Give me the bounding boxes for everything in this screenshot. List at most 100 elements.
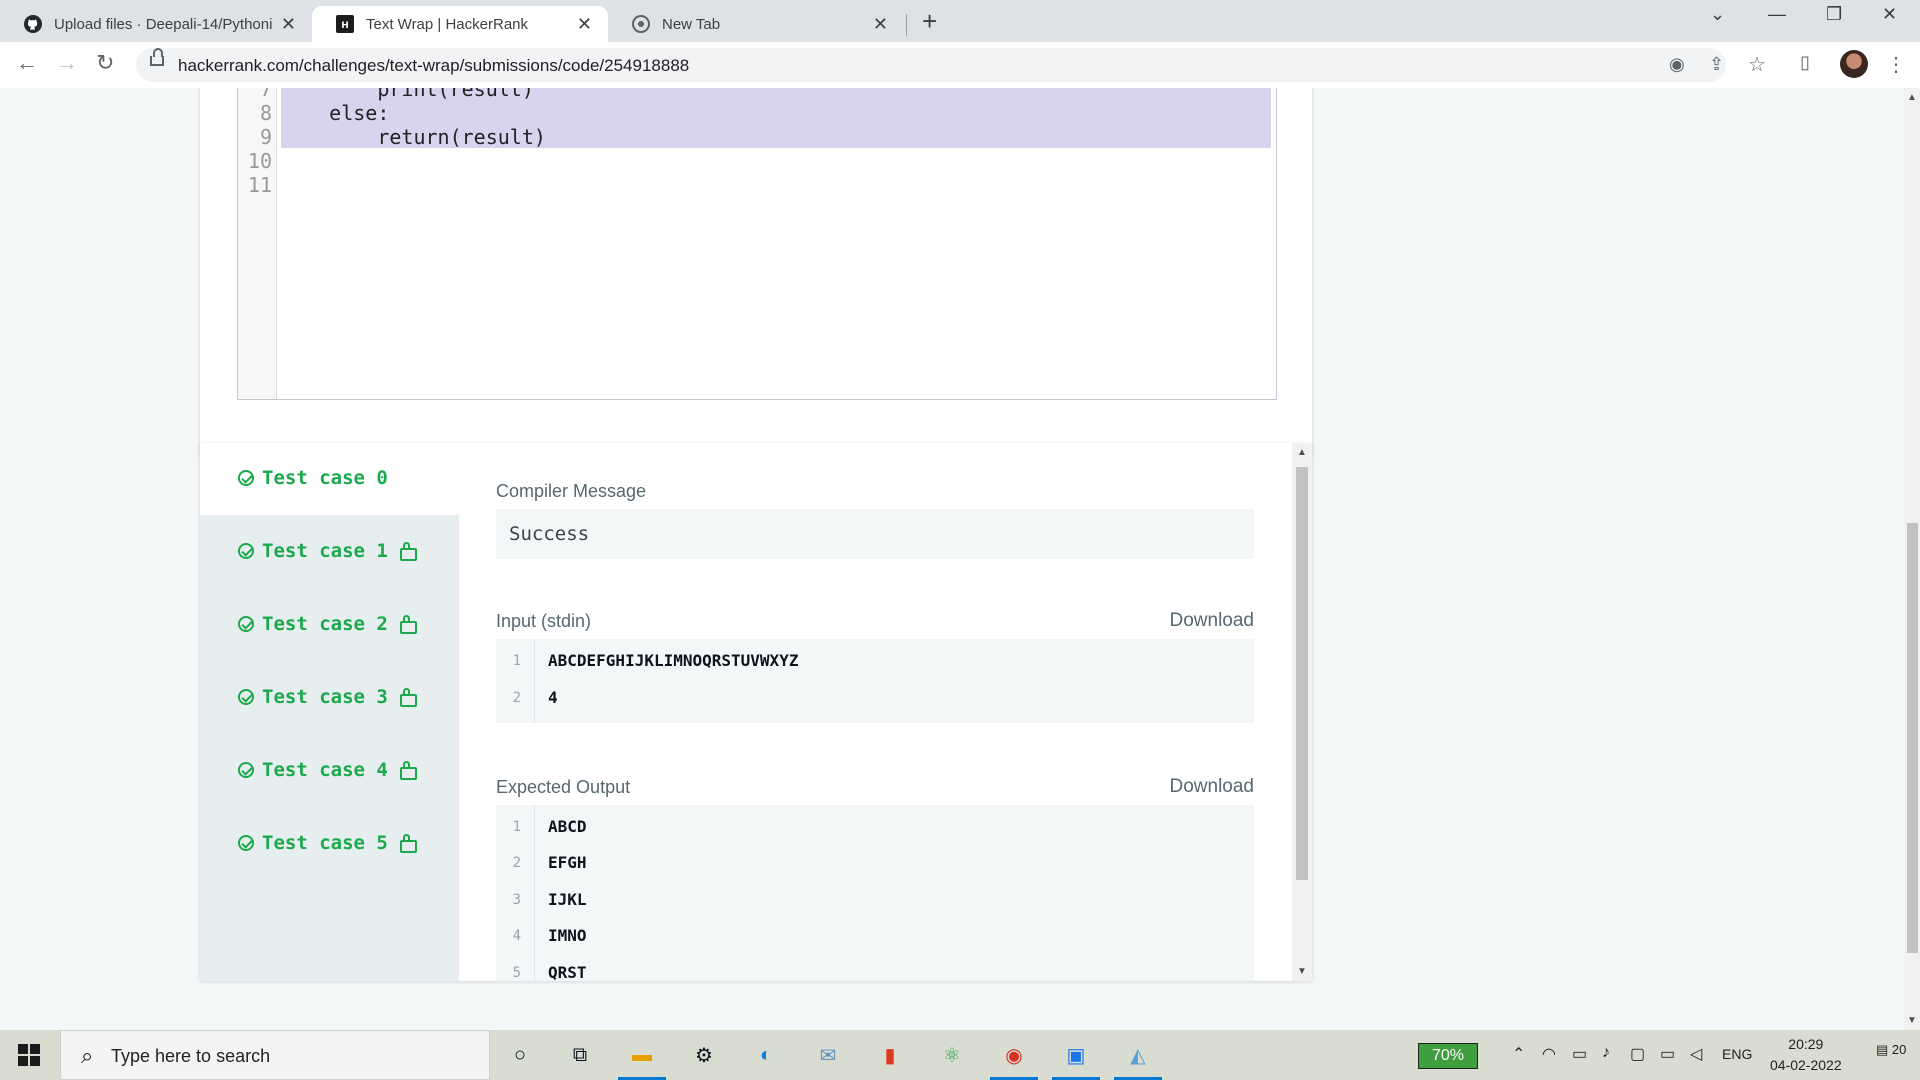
lock-icon bbox=[399, 833, 417, 853]
profile-avatar[interactable] bbox=[1840, 50, 1868, 78]
windows-start-icon[interactable] bbox=[18, 1044, 40, 1066]
test-case-4[interactable]: Test case 4 bbox=[238, 755, 417, 785]
page-scroll-up-icon[interactable]: ▲ bbox=[1907, 92, 1917, 103]
back-arrow-icon[interactable]: ← bbox=[16, 50, 38, 76]
github-icon bbox=[24, 15, 42, 33]
language-indicator[interactable]: ENG bbox=[1722, 1046, 1752, 1062]
svg-text:H: H bbox=[341, 21, 349, 31]
test-case-label: Test case 0 bbox=[262, 467, 388, 489]
test-results-card: Test case 0 Test case 1 Test case 2 Test… bbox=[200, 443, 1312, 981]
edge-browser-icon[interactable]: ◐ bbox=[752, 1041, 780, 1069]
search-icon: ⌕ bbox=[81, 1043, 94, 1068]
battery-tray-icon[interactable]: ▭ bbox=[1660, 1044, 1675, 1064]
code-line: 9 return(result) bbox=[259, 125, 546, 149]
output-line: 4 IMNO bbox=[512, 926, 587, 945]
eye-off-icon[interactable]: ◉ bbox=[1669, 54, 1685, 75]
output-download-link[interactable]: Download bbox=[1170, 776, 1255, 798]
new-tab-plus-icon[interactable]: + bbox=[922, 8, 937, 34]
photos-app-icon[interactable]: ▣ bbox=[1052, 1041, 1100, 1080]
check-circle-icon bbox=[238, 762, 254, 778]
clock-time: 20:29 bbox=[1788, 1036, 1824, 1052]
test-case-3[interactable]: Test case 3 bbox=[238, 682, 417, 712]
input-download-link[interactable]: Download bbox=[1170, 610, 1255, 632]
close-tab-icon[interactable]: ✕ bbox=[577, 14, 592, 35]
microphone-icon[interactable]: ♪ bbox=[1602, 1044, 1610, 1062]
close-tab-icon[interactable]: ✕ bbox=[281, 14, 296, 35]
compiler-message-box: Success bbox=[496, 509, 1254, 559]
lock-icon bbox=[399, 614, 417, 634]
taskbar-search-box[interactable]: ⌕ Type here to search bbox=[60, 1030, 490, 1080]
share-icon[interactable]: ⇪ bbox=[1709, 54, 1724, 75]
test-case-label: Test case 1 bbox=[262, 540, 388, 562]
compiler-message-text: Success bbox=[509, 523, 590, 545]
tab-title: Upload files · Deepali-14/Pythoni bbox=[54, 15, 273, 33]
check-circle-icon bbox=[238, 689, 254, 705]
test-case-1[interactable]: Test case 1 bbox=[238, 536, 417, 566]
page-content: 7 print(result) 8 else: 9 return(result)… bbox=[0, 88, 1904, 1030]
scroll-up-arrow-icon[interactable]: ▲ bbox=[1297, 447, 1307, 458]
chrome-icon bbox=[632, 15, 650, 33]
check-circle-icon bbox=[238, 543, 254, 559]
code-editor[interactable]: 7 print(result) 8 else: 9 return(result)… bbox=[237, 88, 1277, 400]
lock-icon bbox=[399, 541, 417, 561]
check-circle-icon bbox=[238, 835, 254, 851]
system-clock[interactable]: 20:29 04-02-2022 bbox=[1770, 1034, 1842, 1076]
lock-icon[interactable] bbox=[150, 48, 164, 66]
side-panel-icon[interactable]: ▯ bbox=[1800, 52, 1810, 73]
volume-icon[interactable]: ◁ bbox=[1690, 1044, 1702, 1064]
test-panel-scrollbar[interactable]: ▲ ▼ bbox=[1292, 443, 1312, 981]
reload-icon[interactable]: ↻ bbox=[96, 50, 114, 76]
notification-center-icon[interactable]: ▤ 20 bbox=[1876, 1042, 1906, 1058]
address-bar[interactable]: hackerrank.com/challenges/text-wrap/subm… bbox=[136, 48, 1766, 82]
output-line: 5 QRST bbox=[512, 963, 587, 981]
close-tab-icon[interactable]: ✕ bbox=[873, 14, 888, 35]
bookmark-star-icon[interactable]: ☆ bbox=[1748, 52, 1766, 77]
office-icon[interactable]: ▮ bbox=[876, 1041, 904, 1069]
show-hidden-icons-chevron[interactable]: ⌃ bbox=[1512, 1044, 1525, 1064]
close-window-icon[interactable]: ✕ bbox=[1882, 4, 1897, 25]
input-box: 1 ABCDEFGHIJKLIMNOQRSTUVWXYZ 24 bbox=[496, 639, 1254, 723]
lock-icon bbox=[399, 687, 417, 707]
test-case-sidebar bbox=[200, 515, 459, 981]
tab-new-tab[interactable]: New Tab ✕ bbox=[608, 6, 904, 42]
url-text[interactable]: hackerrank.com/challenges/text-wrap/subm… bbox=[178, 56, 689, 76]
code-line: 10 bbox=[247, 149, 272, 173]
meet-now-icon[interactable]: ▭ bbox=[1572, 1044, 1587, 1064]
atom-editor-icon[interactable]: ⚛ bbox=[938, 1041, 966, 1069]
test-case-2[interactable]: Test case 2 bbox=[238, 609, 417, 639]
mail-app-icon[interactable]: ✉ bbox=[814, 1041, 842, 1069]
task-view-icon[interactable]: ⧉ bbox=[566, 1041, 594, 1069]
screen-share-icon[interactable]: ▢ bbox=[1630, 1044, 1645, 1064]
tab-title: New Tab bbox=[662, 15, 721, 33]
tab-search-chevron-icon[interactable]: ⌄ bbox=[1710, 4, 1725, 25]
check-circle-icon bbox=[238, 470, 254, 486]
code-line: 8 else: bbox=[259, 101, 390, 125]
scrollbar-thumb[interactable] bbox=[1296, 467, 1308, 880]
code-line: 11 bbox=[247, 173, 272, 197]
battery-indicator[interactable]: 70% bbox=[1418, 1043, 1478, 1069]
settings-gear-icon[interactable]: ⚙ bbox=[690, 1041, 718, 1069]
input-label: Input (stdin) bbox=[496, 611, 592, 631]
cortana-icon[interactable]: ○ bbox=[506, 1041, 534, 1069]
wifi-icon[interactable]: ◠ bbox=[1542, 1044, 1556, 1064]
file-explorer-icon[interactable]: ▬ bbox=[618, 1041, 666, 1080]
tab-text-wrap[interactable]: H Text Wrap | HackerRank ✕ bbox=[312, 6, 608, 42]
test-case-5[interactable]: Test case 5 bbox=[238, 828, 417, 858]
windows-taskbar: ⌕ Type here to search ○ ⧉ ▬ ⚙ ◐ ✉ ▮ ⚛ ◉ … bbox=[0, 1030, 1920, 1080]
page-scrollbar-thumb[interactable] bbox=[1907, 523, 1918, 953]
restore-icon[interactable]: ❐ bbox=[1826, 4, 1842, 25]
search-placeholder: Type here to search bbox=[111, 1046, 271, 1066]
snipping-tool-icon[interactable]: ◭ bbox=[1114, 1041, 1162, 1080]
tab-upload-files[interactable]: Upload files · Deepali-14/Pythoni ✕ bbox=[0, 6, 312, 42]
expected-output-label: Expected Output bbox=[496, 777, 631, 797]
test-case-label: Test case 5 bbox=[262, 832, 388, 854]
test-case-0[interactable]: Test case 0 bbox=[238, 463, 388, 493]
scroll-down-arrow-icon[interactable]: ▼ bbox=[1297, 966, 1307, 977]
forward-arrow-icon[interactable]: → bbox=[56, 50, 78, 76]
page-scroll-down-icon[interactable]: ▼ bbox=[1907, 1015, 1917, 1026]
code-card: 7 print(result) 8 else: 9 return(result)… bbox=[200, 88, 1312, 454]
page-scrollbar[interactable]: ▲ ▼ bbox=[1904, 88, 1920, 1030]
menu-kebab-icon[interactable]: ⋮ bbox=[1886, 52, 1906, 77]
chrome-taskbar-icon[interactable]: ◉ bbox=[990, 1041, 1038, 1080]
minimize-icon[interactable]: — bbox=[1768, 4, 1786, 25]
